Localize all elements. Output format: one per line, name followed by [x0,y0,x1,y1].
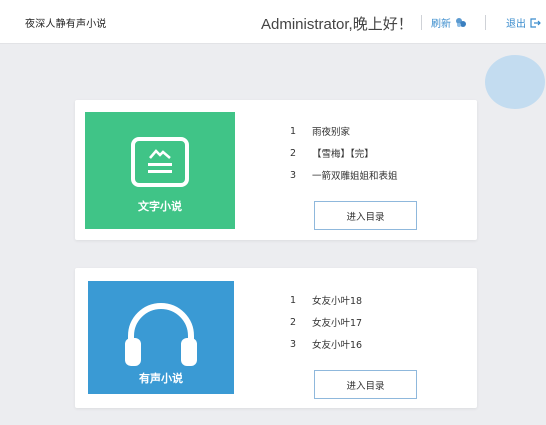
list-item-title: 一箭双雕姐姐和表姐 [312,171,398,182]
header-divider [485,15,486,30]
list-item-title: 女友小叶18 [312,296,363,307]
header-divider [421,15,422,30]
list-item-title: 雨夜别家 [312,127,351,138]
audio-novels-tile[interactable]: 有声小说 [88,281,234,394]
audio-novels-card: 有声小说 1 女友小叶18 2 女友小叶17 3 女友小叶16 进入目录 [75,268,477,408]
user-greeting: Administrator,晚上好！ [261,16,413,33]
text-novels-tile-label: 文字小说 [138,200,182,213]
refresh-link[interactable]: 刷新 [431,15,467,30]
list-item[interactable]: 1 女友小叶18 [290,289,362,311]
floating-circle-button[interactable] [485,55,545,109]
top-header: 夜深人静有声小说 Administrator,晚上好！ 刷新 退出 [0,0,546,44]
list-item-number: 2 [290,316,297,328]
list-item[interactable]: 2 女友小叶17 [290,311,362,333]
list-item[interactable]: 3 一箭双雕姐姐和表姐 [290,164,398,186]
audio-novels-tile-label: 有声小说 [139,372,183,385]
text-novels-list: 1 雨夜别家 2 【雪梅】【完】 3 一箭双雕姐姐和表姐 [290,120,398,186]
refresh-label: 刷新 [431,19,451,30]
text-document-icon [131,137,189,187]
refresh-icon [456,18,466,27]
list-item-number: 2 [290,147,297,159]
list-item[interactable]: 1 雨夜别家 [290,120,398,142]
list-item-number: 3 [290,169,297,181]
logout-link[interactable]: 退出 [506,15,541,30]
audio-novels-list: 1 女友小叶18 2 女友小叶17 3 女友小叶16 [290,289,362,355]
text-novels-card: 文字小说 1 雨夜别家 2 【雪梅】【完】 3 一箭双雕姐姐和表姐 进入目录 [75,100,477,240]
list-item[interactable]: 2 【雪梅】【完】 [290,142,398,164]
list-item-title: 【雪梅】【完】 [312,149,374,160]
text-novels-enter-button[interactable]: 进入目录 [314,201,417,230]
list-item-number: 1 [290,125,297,137]
headphones-icon [125,303,197,366]
list-item-title: 女友小叶16 [312,340,363,351]
list-item-number: 3 [290,338,297,350]
audio-novels-enter-button[interactable]: 进入目录 [314,370,417,399]
site-title: 夜深人静有声小说 [25,19,107,30]
list-item[interactable]: 3 女友小叶16 [290,333,362,355]
list-item-title: 女友小叶17 [312,318,363,329]
list-item-number: 1 [290,294,297,306]
logout-icon [530,17,541,28]
text-novels-tile[interactable]: 文字小说 [85,112,235,229]
logout-label: 退出 [506,19,526,30]
